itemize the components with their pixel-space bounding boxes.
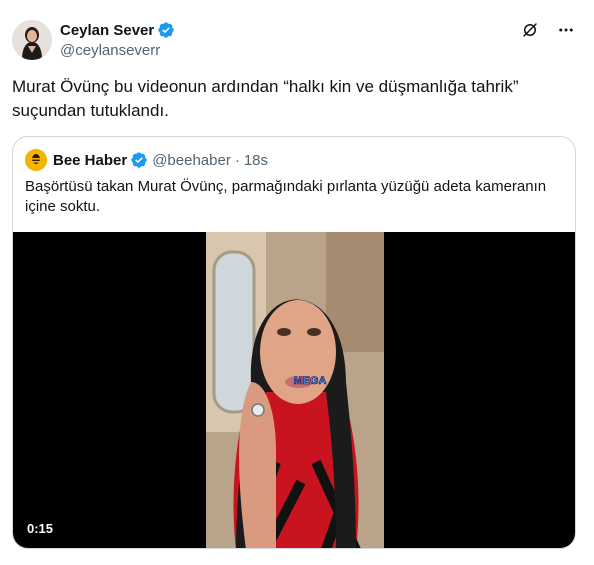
author-handle[interactable]: @ceylanseverr [60, 42, 175, 62]
author-info: Ceylan Sever @ceylanseverr [60, 20, 175, 62]
verified-badge-icon [157, 21, 175, 39]
quote-text: Başörtüsü takan Murat Övünç, parmağındak… [25, 178, 547, 215]
tweet[interactable]: Ceylan Sever @ceylanseverr Murat Övünç b… [0, 0, 594, 565]
avatar-image [12, 20, 52, 60]
author-avatar[interactable] [12, 20, 52, 60]
video-frame: MEGA [206, 232, 384, 548]
grok-icon[interactable] [520, 20, 540, 40]
quote-header: Bee Haber @beehaber · 18s [25, 149, 268, 171]
quote-author-handle[interactable]: @beehaber [152, 152, 231, 169]
more-icon[interactable] [556, 20, 576, 40]
video-player[interactable]: MEGA 0:15 [13, 232, 575, 548]
tweet-actions-top [520, 20, 576, 40]
quote-author-name[interactable]: Bee Haber [53, 152, 127, 169]
video-duration: 0:15 [27, 521, 54, 536]
quote-verified-badge-icon [130, 151, 148, 169]
quoted-tweet[interactable]: Bee Haber @beehaber · 18s Başörtüsü taka… [12, 136, 576, 549]
bee-logo-icon [25, 149, 47, 171]
author-name[interactable]: Ceylan Sever [60, 22, 154, 39]
quote-avatar[interactable] [25, 149, 47, 171]
separator-dot: · [234, 151, 240, 169]
tweet-text: Murat Övünç bu videonun ardından “halkı … [12, 77, 519, 120]
quote-timestamp[interactable]: 18s [244, 152, 268, 169]
video-watermark: MEGA [294, 375, 327, 387]
